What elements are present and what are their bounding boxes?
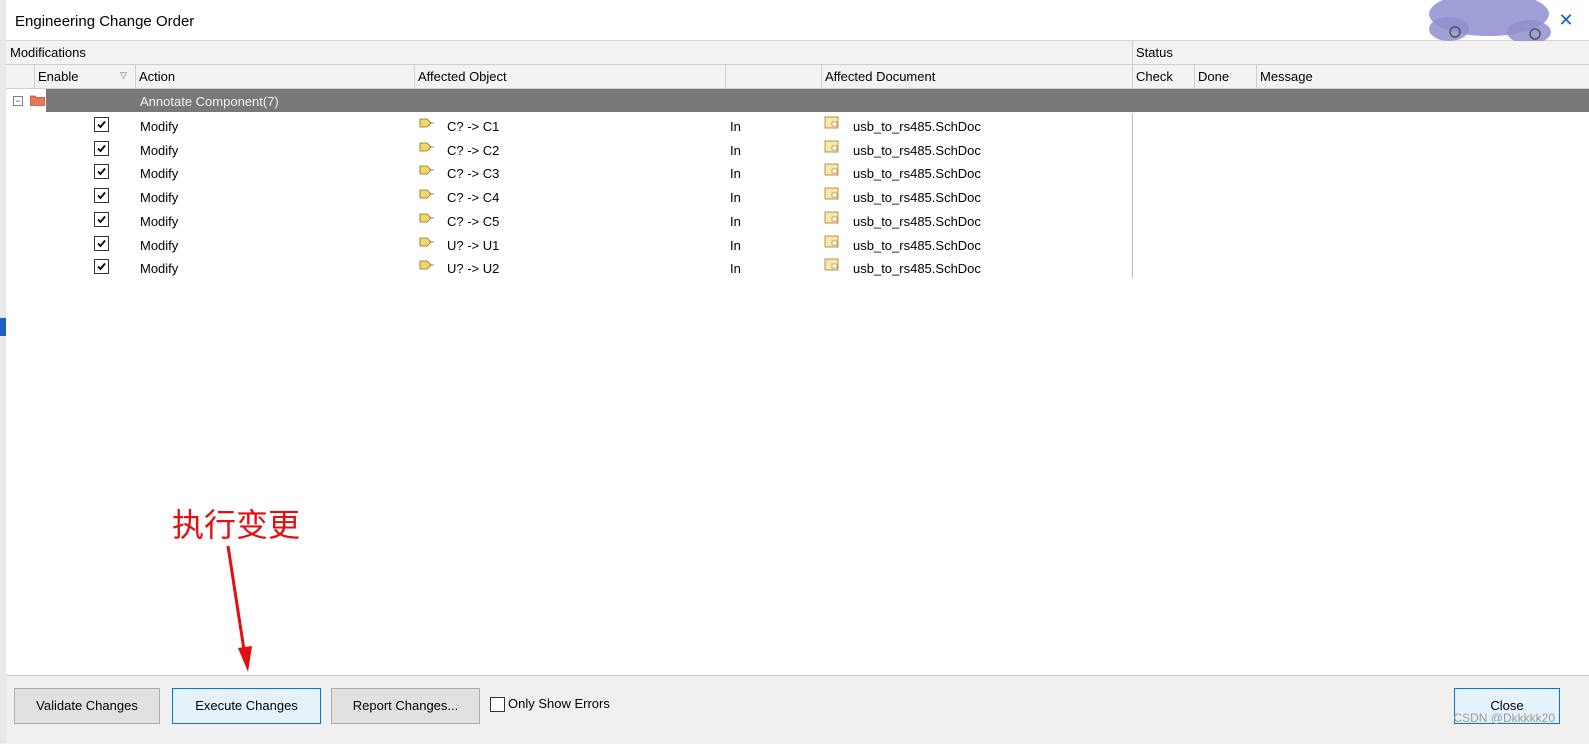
divider (821, 65, 822, 88)
relation-cell: In (730, 143, 741, 158)
action-cell: Modify (140, 238, 179, 253)
eco-dialog: Engineering Change Order ✕ Modifications… (6, 0, 1589, 744)
column-group-header: Modifications Status (6, 41, 1589, 65)
affected-document-cell: usb_to_rs485.SchDoc (853, 214, 981, 229)
divider (725, 65, 726, 88)
col-affected-object[interactable]: Affected Object (418, 69, 507, 84)
status-column-divider (1132, 113, 1133, 278)
action-cell: Modify (140, 143, 179, 158)
enable-checkbox[interactable] (94, 236, 109, 251)
execute-changes-button[interactable]: Execute Changes (172, 688, 321, 724)
schematic-document-icon (824, 235, 839, 248)
enable-checkbox[interactable] (94, 188, 109, 203)
schematic-document-icon (824, 187, 839, 200)
divider (1194, 65, 1195, 88)
affected-object-cell: C? -> C3 (447, 166, 500, 181)
status-group-label: Status (1136, 45, 1173, 60)
relation-cell: In (730, 190, 741, 205)
table-row[interactable]: Modify C? -> C4 In usb_to_rs485.SchDoc (6, 184, 1136, 207)
divider (1132, 65, 1133, 88)
affected-document-cell: usb_to_rs485.SchDoc (853, 261, 981, 276)
relation-cell: In (730, 261, 741, 276)
col-affected-document[interactable]: Affected Document (825, 69, 935, 84)
component-icon (419, 118, 434, 128)
component-icon (419, 237, 434, 247)
affected-object-cell: C? -> C5 (447, 214, 500, 229)
folder-icon (30, 95, 45, 106)
validate-changes-button[interactable]: Validate Changes (14, 688, 160, 724)
affected-object-cell: U? -> U1 (447, 238, 500, 253)
table-row[interactable]: Modify U? -> U2 In usb_to_rs485.SchDoc (6, 255, 1136, 278)
footer-bar: Validate Changes Execute Changes Report … (6, 675, 1589, 744)
component-icon (419, 142, 434, 152)
column-header: Enable ▽ Action Affected Object Affected… (6, 65, 1589, 89)
schematic-document-icon (824, 258, 839, 271)
modifications-group-label: Modifications (10, 45, 86, 60)
divider (135, 65, 136, 88)
action-cell: Modify (140, 190, 179, 205)
col-check[interactable]: Check (1136, 69, 1173, 84)
affected-object-cell: U? -> U2 (447, 261, 500, 276)
col-message[interactable]: Message (1260, 69, 1313, 84)
action-cell: Modify (140, 214, 179, 229)
relation-cell: In (730, 119, 741, 134)
window-title: Engineering Change Order (15, 13, 195, 30)
close-icon[interactable]: ✕ (1557, 11, 1575, 29)
table-row[interactable]: Modify C? -> C5 In usb_to_rs485.SchDoc (6, 208, 1136, 231)
title-bar: Engineering Change Order ✕ (6, 0, 1589, 44)
divider (414, 65, 415, 88)
annotation-text: 执行变更 (172, 506, 301, 544)
affected-object-cell: C? -> C4 (447, 190, 500, 205)
action-cell: Modify (140, 119, 179, 134)
action-cell: Modify (140, 166, 179, 181)
enable-checkbox[interactable] (94, 141, 109, 156)
group-row-label: Annotate Component(7) (140, 94, 279, 109)
affected-object-cell: C? -> C2 (447, 143, 500, 158)
report-changes-button[interactable]: Report Changes... (331, 688, 480, 724)
affected-document-cell: usb_to_rs485.SchDoc (853, 143, 981, 158)
affected-document-cell: usb_to_rs485.SchDoc (853, 166, 981, 181)
col-done[interactable]: Done (1198, 69, 1229, 84)
table-row[interactable]: Modify C? -> C3 In usb_to_rs485.SchDoc (6, 160, 1136, 183)
relation-cell: In (730, 166, 741, 181)
divider (1132, 41, 1133, 64)
table-row[interactable]: Modify U? -> U1 In usb_to_rs485.SchDoc (6, 232, 1136, 255)
only-show-errors-label: Only Show Errors (508, 696, 610, 711)
checkbox-box[interactable] (490, 697, 505, 712)
table-row[interactable]: Modify C? -> C1 In usb_to_rs485.SchDoc (6, 113, 1136, 136)
divider (1256, 65, 1257, 88)
filter-icon[interactable]: ▽ (120, 70, 127, 81)
action-cell: Modify (140, 261, 179, 276)
component-icon (419, 165, 434, 175)
affected-document-cell: usb_to_rs485.SchDoc (853, 190, 981, 205)
table-row[interactable]: Modify C? -> C2 In usb_to_rs485.SchDoc (6, 137, 1136, 160)
schematic-document-icon (824, 116, 839, 129)
relation-cell: In (730, 238, 741, 253)
enable-checkbox[interactable] (94, 212, 109, 227)
collapse-icon[interactable]: − (13, 96, 23, 106)
affected-document-cell: usb_to_rs485.SchDoc (853, 238, 981, 253)
affected-document-cell: usb_to_rs485.SchDoc (853, 119, 981, 134)
schematic-document-icon (824, 140, 839, 153)
schematic-document-icon (824, 211, 839, 224)
enable-checkbox[interactable] (94, 117, 109, 132)
divider (34, 65, 35, 88)
component-icon (419, 260, 434, 270)
enable-checkbox[interactable] (94, 259, 109, 274)
schematic-document-icon (824, 163, 839, 176)
col-enable[interactable]: Enable (38, 69, 78, 84)
relation-cell: In (730, 214, 741, 229)
col-action[interactable]: Action (139, 69, 175, 84)
component-icon (419, 189, 434, 199)
enable-checkbox[interactable] (94, 164, 109, 179)
group-row-annotate-component[interactable]: − Annotate Component(7) (6, 89, 1589, 112)
watermark: CSDN @Dkkkkk20 (1453, 711, 1555, 725)
component-icon (419, 213, 434, 223)
affected-object-cell: C? -> C1 (447, 119, 500, 134)
